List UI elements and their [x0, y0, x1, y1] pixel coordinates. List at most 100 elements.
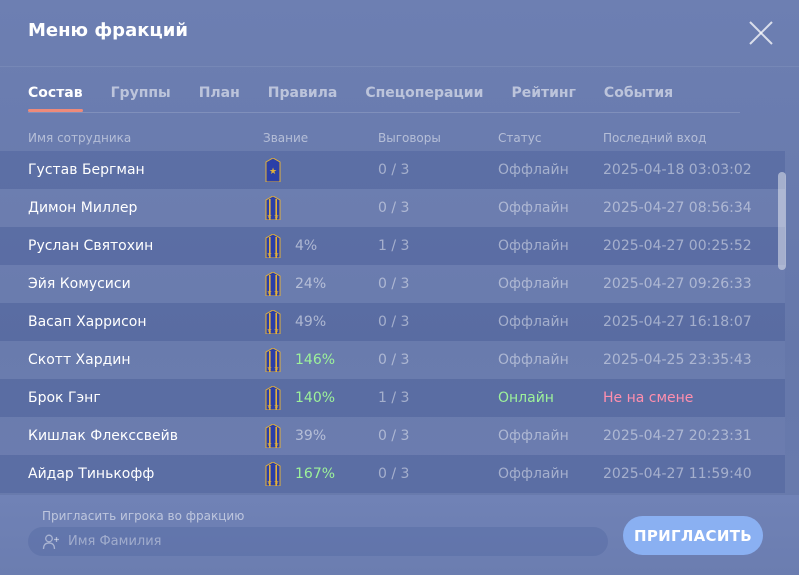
epaulette-2-star-icon: ★ ★: [263, 423, 285, 449]
invite-panel: Пригласить игрока во фракцию ПРИГЛАСИТЬ: [0, 495, 799, 575]
table-row[interactable]: Руслан Святохин ★ ★ 4% 1 / 3 Оффлайн 2025-04-2…: [0, 227, 785, 265]
table-row[interactable]: Брок Гэнг ★ ★ 140% 1 / 3 Онлайн Не на смене: [0, 379, 785, 417]
epaulette-1-star-icon: ★: [263, 157, 285, 183]
status-text: Оффлайн: [498, 352, 569, 368]
tab-rating[interactable]: Рейтинг: [511, 84, 575, 112]
svg-text:★: ★: [267, 365, 272, 372]
rank-progress: 167%: [295, 466, 336, 482]
tab-bar: Состав Группы План Правила Спецоперации …: [28, 84, 673, 114]
member-name: Эйя Комусиси: [28, 276, 131, 292]
table-row[interactable]: Димон Миллер ★ ★ 0 / 3 Оффлайн 2025-04-27 08:…: [0, 189, 785, 227]
member-name: Брок Гэнг: [28, 390, 101, 406]
last-login: 2025-04-18 03:03:02: [603, 162, 752, 178]
tabs-divider: [28, 112, 740, 113]
add-user-icon: [42, 534, 59, 550]
invite-button[interactable]: ПРИГЛАСИТЬ: [623, 516, 763, 555]
rank-progress: 4%: [295, 238, 318, 254]
close-button[interactable]: [748, 20, 774, 46]
epaulette-2-star-icon: ★ ★: [263, 195, 285, 221]
rank-progress: 24%: [295, 276, 327, 292]
member-name: Васап Харрисон: [28, 314, 147, 330]
status-text: Оффлайн: [498, 428, 569, 444]
table-scrollbar[interactable]: [778, 172, 786, 270]
status-text: Оффлайн: [498, 238, 569, 254]
epaulette-2-star-icon: ★ ★: [263, 309, 285, 335]
table-row[interactable]: Кишлак Флекссвейв ★ ★ 39% 0 / 3 Оффлайн 2025-0…: [0, 417, 785, 455]
close-icon: [749, 21, 773, 45]
last-login: 2025-04-25 23:35:43: [603, 352, 752, 368]
svg-text:★: ★: [274, 403, 279, 410]
warnings-count: 0 / 3: [378, 466, 410, 482]
epaulette-2-star-icon: ★ ★: [263, 271, 285, 297]
status-text: Оффлайн: [498, 276, 569, 292]
table-row[interactable]: Скотт Хардин ★ ★ 146% 0 / 3 Оффлайн 2025-04-25…: [0, 341, 785, 379]
svg-text:★: ★: [269, 167, 277, 177]
rank-progress: 49%: [295, 314, 327, 330]
svg-text:★: ★: [274, 479, 279, 486]
invite-label: Пригласить игрока во фракцию: [42, 509, 245, 523]
svg-text:★: ★: [267, 441, 272, 448]
svg-text:★: ★: [267, 403, 272, 410]
svg-text:★: ★: [274, 365, 279, 372]
svg-text:★: ★: [274, 251, 279, 258]
last-login: 2025-04-27 16:18:07: [603, 314, 752, 330]
rank-progress: 39%: [295, 428, 327, 444]
warnings-count: 0 / 3: [378, 428, 410, 444]
status-text: Оффлайн: [498, 200, 569, 216]
table-row[interactable]: Эйя Комусиси ★ ★ 24% 0 / 3 Оффлайн 2025-04-27 …: [0, 265, 785, 303]
epaulette-2-star-icon: ★ ★: [263, 233, 285, 259]
tab-composition[interactable]: Состав: [28, 84, 83, 112]
epaulette-2-star-icon: ★ ★: [263, 385, 285, 411]
column-header-status: Статус: [498, 131, 542, 145]
status-text: Онлайн: [498, 390, 554, 406]
last-login: 2025-04-27 00:25:52: [603, 238, 752, 254]
svg-text:★: ★: [267, 289, 272, 296]
svg-text:★: ★: [267, 479, 272, 486]
svg-text:★: ★: [267, 327, 272, 334]
member-name: Руслан Святохин: [28, 238, 154, 254]
invite-name-input[interactable]: [68, 527, 598, 556]
invite-input-container: [28, 527, 608, 556]
faction-menu-window: Меню фракций Состав Группы План Правила …: [0, 0, 799, 575]
warnings-count: 0 / 3: [378, 200, 410, 216]
tab-special-operations[interactable]: Спецоперации: [365, 84, 483, 112]
epaulette-2-star-icon: ★ ★: [263, 461, 285, 487]
svg-text:★: ★: [274, 327, 279, 334]
window-title: Меню фракций: [28, 20, 188, 41]
column-header-warnings: Выговоры: [378, 131, 441, 145]
last-login: Не на смене: [603, 390, 694, 406]
tab-plan[interactable]: План: [199, 84, 240, 112]
member-name: Кишлак Флекссвейв: [28, 428, 178, 444]
rank-progress: 146%: [295, 352, 336, 368]
svg-text:★: ★: [267, 213, 272, 220]
last-login: 2025-04-27 08:56:34: [603, 200, 752, 216]
column-header-rank: Звание: [263, 131, 309, 145]
warnings-count: 0 / 3: [378, 314, 410, 330]
svg-text:★: ★: [274, 441, 279, 448]
last-login: 2025-04-27 11:59:40: [603, 466, 752, 482]
tab-events[interactable]: События: [604, 84, 673, 112]
table-row[interactable]: Айдар Тинькофф ★ ★ 167% 0 / 3 Оффлайн 2025-04-…: [0, 455, 785, 493]
member-table: Густав Бергман ★ 0 / 3 Оффлайн 2025-04-18 03…: [0, 151, 785, 495]
svg-text:★: ★: [274, 289, 279, 296]
tab-rules[interactable]: Правила: [268, 84, 338, 112]
warnings-count: 1 / 3: [378, 238, 410, 254]
column-header-last-login: Последний вход: [603, 131, 707, 145]
epaulette-2-star-icon: ★ ★: [263, 347, 285, 373]
table-row[interactable]: Густав Бергман ★ 0 / 3 Оффлайн 2025-04-18 03…: [0, 151, 785, 189]
status-text: Оффлайн: [498, 466, 569, 482]
last-login: 2025-04-27 20:23:31: [603, 428, 752, 444]
warnings-count: 0 / 3: [378, 352, 410, 368]
status-text: Оффлайн: [498, 162, 569, 178]
member-name: Густав Бергман: [28, 162, 145, 178]
table-row[interactable]: Васап Харрисон ★ ★ 49% 0 / 3 Оффлайн 2025-04-2…: [0, 303, 785, 341]
warnings-count: 0 / 3: [378, 276, 410, 292]
tab-groups[interactable]: Группы: [111, 84, 171, 112]
warnings-count: 0 / 3: [378, 162, 410, 178]
warnings-count: 1 / 3: [378, 390, 410, 406]
status-text: Оффлайн: [498, 314, 569, 330]
member-name: Димон Миллер: [28, 200, 138, 216]
rank-progress: 140%: [295, 390, 336, 406]
member-name: Айдар Тинькофф: [28, 466, 155, 482]
member-name: Скотт Хардин: [28, 352, 131, 368]
